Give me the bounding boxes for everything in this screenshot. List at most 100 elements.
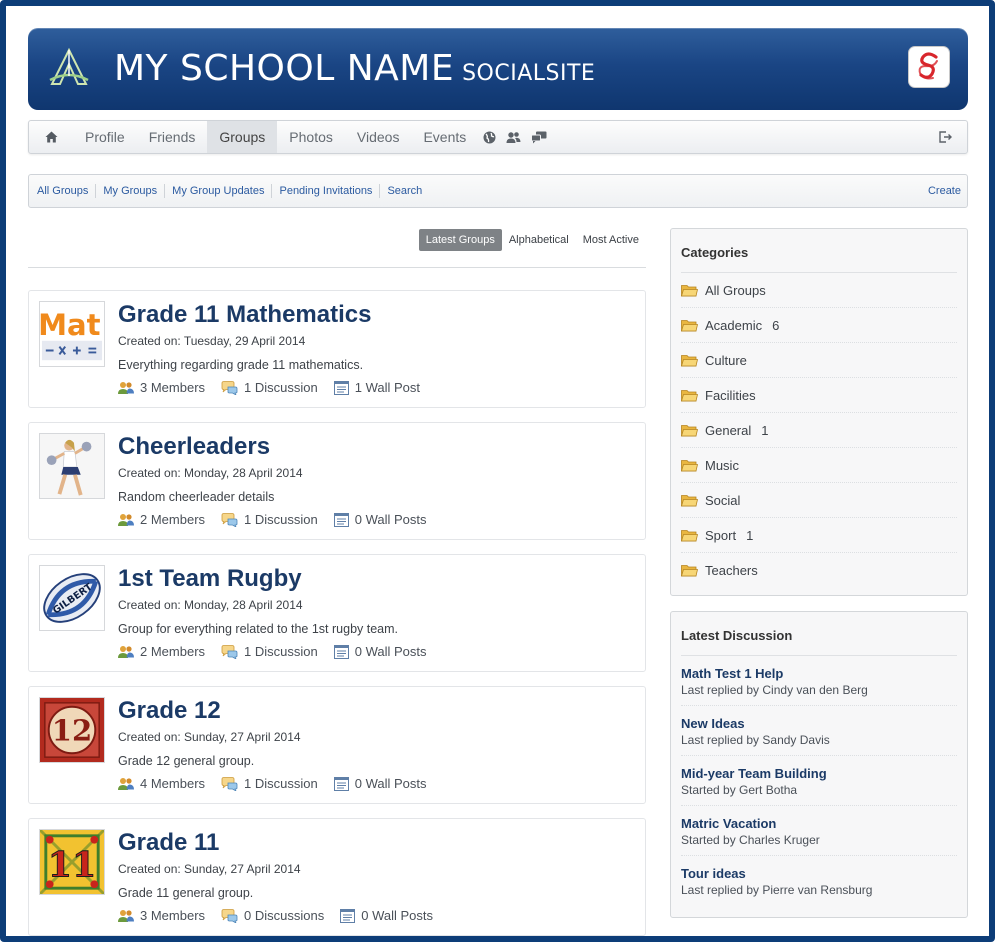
group-members-link[interactable]: 2 Members — [118, 512, 205, 527]
group-discussions-link[interactable]: 1 Discussion — [221, 644, 318, 659]
math-thumb-text: Mat — [40, 308, 101, 342]
discussion-user[interactable]: Cindy van den Berg — [762, 683, 867, 697]
discussion-prefix: Last replied by — [681, 733, 760, 747]
nav-events[interactable]: Events — [411, 121, 478, 153]
members-icon — [118, 513, 134, 526]
group-members-link[interactable]: 3 Members — [118, 380, 205, 395]
sort-most-active[interactable]: Most Active — [576, 229, 646, 251]
category-item-teachers[interactable]: Teachers — [681, 553, 957, 588]
group-discussions-link[interactable]: 1 Discussion — [221, 776, 318, 791]
discussion-user[interactable]: Gert Botha — [739, 783, 797, 797]
group-title[interactable]: Cheerleaders — [118, 433, 270, 461]
category-item-culture[interactable]: Culture — [681, 343, 957, 378]
group-wall-link[interactable]: 0 Wall Posts — [333, 512, 427, 527]
logout-icon — [938, 131, 952, 143]
group-members-count: 3 Members — [140, 380, 206, 395]
category-count: 1 — [746, 527, 754, 543]
group-discussions-count: 1 Discussion — [244, 776, 318, 791]
discussion-title[interactable]: Tour ideas — [681, 866, 957, 881]
folder-icon — [681, 354, 698, 366]
discussion-user[interactable]: Charles Kruger — [739, 833, 820, 847]
nav-globe[interactable] — [478, 121, 501, 153]
category-item-facilities[interactable]: Facilities — [681, 378, 957, 413]
nav-home[interactable] — [29, 121, 73, 153]
sort-alphabetical[interactable]: Alphabetical — [502, 229, 576, 251]
subnav-all-groups[interactable]: All Groups — [29, 184, 97, 198]
nav-profile[interactable]: Profile — [73, 121, 137, 153]
nav-chat[interactable] — [526, 121, 552, 153]
group-wall-link[interactable]: 0 Wall Posts — [340, 908, 433, 923]
wall-post-icon — [340, 908, 356, 923]
discussion-title[interactable]: Matric Vacation — [681, 816, 957, 831]
discussion-title[interactable]: New Ideas — [681, 716, 957, 731]
people-icon — [506, 131, 521, 143]
nav-people[interactable] — [501, 121, 526, 153]
school-logo-icon[interactable] — [46, 46, 92, 92]
category-count: 6 — [772, 317, 780, 333]
subnav-my-group-updates[interactable]: My Group Updates — [165, 184, 273, 198]
group-thumbnail-grade-12[interactable]: 12 — [39, 697, 105, 763]
wall-post-icon — [333, 776, 349, 791]
group-members-link[interactable]: 4 Members — [118, 776, 205, 791]
grade-12-thumbnail-image: 12 — [40, 698, 104, 762]
group-wall-link[interactable]: 0 Wall Posts — [333, 644, 427, 659]
group-description: Grade 12 general group. — [118, 754, 255, 768]
main-nav: Profile Friends Groups Photos Videos Eve… — [28, 120, 968, 154]
group-thumbnail-rugby[interactable]: GILBERT — [39, 565, 105, 631]
group-created-date: Created on: Monday, 28 April 2014 — [118, 466, 303, 480]
socialsite-logo-icon — [918, 52, 938, 80]
create-group-link[interactable]: Create — [928, 185, 967, 197]
category-label: Social — [705, 492, 741, 508]
group-thumbnail-grade-11[interactable]: 11 — [39, 829, 105, 895]
group-thumbnail-math[interactable]: Mat — [39, 301, 105, 367]
group-members-link[interactable]: 3 Members — [118, 908, 205, 923]
category-item-all-groups[interactable]: All Groups — [681, 273, 957, 308]
nav-logout[interactable] — [923, 121, 967, 153]
discussion-user[interactable]: Sandy Davis — [762, 733, 829, 747]
home-icon — [45, 131, 57, 143]
latest-discussion-panel: Latest Discussion Math Test 1 Help Last … — [670, 611, 968, 918]
group-stats: 3 Members 1 Discussion 1 Wall Post — [118, 380, 436, 395]
category-label: Sport — [705, 527, 737, 543]
sort-latest-groups[interactable]: Latest Groups — [418, 229, 502, 251]
discussion-user[interactable]: Pierre van Rensburg — [762, 883, 872, 897]
group-wall-link[interactable]: 0 Wall Posts — [333, 776, 427, 791]
group-created-date: Created on: Sunday, 27 April 2014 — [118, 730, 301, 744]
category-item-general[interactable]: General 1 — [681, 413, 957, 448]
group-thumbnail-cheerleaders[interactable] — [39, 433, 105, 499]
discussion-title[interactable]: Math Test 1 Help — [681, 666, 957, 681]
subnav-search[interactable]: Search — [380, 184, 429, 198]
subnav-pending-invitations[interactable]: Pending Invitations — [272, 184, 381, 198]
group-title[interactable]: Grade 11 — [118, 829, 219, 857]
category-list: All Groups Academic 6 Culture Facilities — [671, 273, 967, 588]
folder-icon — [681, 529, 698, 541]
group-title[interactable]: 1st Team Rugby — [118, 565, 302, 593]
category-item-sport[interactable]: Sport 1 — [681, 518, 957, 553]
group-title[interactable]: Grade 12 — [118, 697, 221, 725]
folder-icon — [681, 565, 698, 577]
discussion-title[interactable]: Mid-year Team Building — [681, 766, 957, 781]
group-title[interactable]: Grade 11 Mathematics — [118, 301, 371, 329]
group-members-count: 2 Members — [140, 512, 206, 527]
group-list: Mat Grade 11 Mathematics Created on: Tue… — [28, 290, 646, 936]
members-icon — [118, 777, 134, 790]
category-item-academic[interactable]: Academic 6 — [681, 308, 957, 343]
groups-subnav: All Groups My Groups My Group Updates Pe… — [28, 174, 968, 208]
group-description: Random cheerleader details — [118, 490, 275, 504]
group-members-link[interactable]: 2 Members — [118, 644, 205, 659]
nav-videos[interactable]: Videos — [345, 121, 412, 153]
discussion-item: Mid-year Team Building Started by Gert B… — [681, 756, 957, 806]
nav-friends[interactable]: Friends — [137, 121, 208, 153]
folder-icon — [681, 389, 698, 401]
group-discussions-link[interactable]: 1 Discussion — [221, 512, 318, 527]
group-discussions-link[interactable]: 0 Discussions — [221, 908, 324, 923]
nav-groups[interactable]: Groups — [207, 121, 278, 153]
nav-photos[interactable]: Photos — [277, 121, 345, 153]
socialsite-badge[interactable] — [908, 46, 950, 88]
subnav-my-groups[interactable]: My Groups — [96, 184, 166, 198]
category-label: Teachers — [705, 563, 758, 578]
category-item-social[interactable]: Social — [681, 483, 957, 518]
category-item-music[interactable]: Music — [681, 448, 957, 483]
group-discussions-link[interactable]: 1 Discussion — [221, 380, 318, 395]
group-wall-link[interactable]: 1 Wall Post — [333, 380, 420, 395]
